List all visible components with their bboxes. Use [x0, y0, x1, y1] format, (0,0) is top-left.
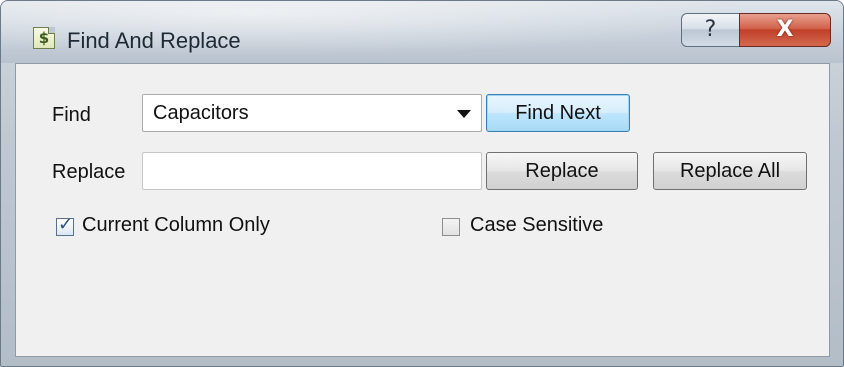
- replace-label: Replace: [52, 161, 126, 183]
- dropdown-arrow-icon[interactable]: [457, 110, 471, 118]
- replace-all-button[interactable]: Replace All: [653, 152, 807, 190]
- replace-button[interactable]: Replace: [486, 152, 638, 190]
- dialog-body: Find Capacitors Find Next Replace Replac…: [15, 63, 830, 357]
- case-sensitive-checkbox[interactable]: [442, 218, 460, 236]
- find-label: Find: [52, 104, 91, 126]
- case-sensitive-label[interactable]: Case Sensitive: [470, 214, 603, 237]
- find-value: Capacitors: [153, 102, 249, 124]
- checkmark-icon: ✓: [58, 214, 74, 235]
- window-title: Find And Replace: [67, 28, 241, 53]
- find-combobox[interactable]: Capacitors: [142, 94, 482, 132]
- find-next-button[interactable]: Find Next: [486, 94, 630, 132]
- current-column-only-checkbox[interactable]: ✓: [56, 214, 74, 236]
- find-replace-window: $ Find And Replace ? X Find Capacitors F…: [0, 0, 844, 367]
- help-button[interactable]: ?: [681, 13, 739, 47]
- dollar-document-icon: $: [33, 27, 55, 49]
- close-button[interactable]: X: [739, 13, 831, 47]
- caption-buttons: ? X: [681, 13, 831, 49]
- close-icon: X: [776, 17, 794, 42]
- replace-input[interactable]: [142, 152, 482, 190]
- question-mark-icon: ?: [704, 17, 717, 42]
- current-column-only-label[interactable]: Current Column Only: [82, 214, 270, 237]
- title-bar[interactable]: $ Find And Replace ? X: [1, 1, 843, 63]
